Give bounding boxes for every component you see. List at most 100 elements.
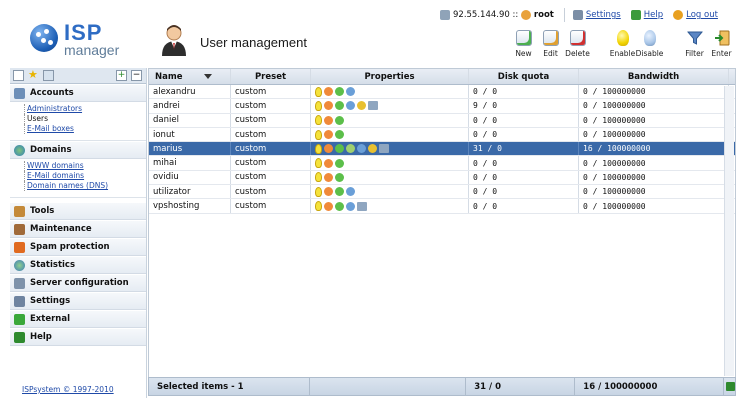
sidebar-section-maintenance[interactable]: Maintenance [10,220,146,238]
column-properties-header[interactable]: Properties [311,69,469,84]
cell-bandwidth: 0 / 100000000 [579,170,729,185]
sidebar-item-email-boxes[interactable]: E-Mail boxes [24,124,146,134]
sidebar-section-tools[interactable]: Tools [10,202,146,220]
column-chooser-icon[interactable] [729,69,735,84]
server-icon [440,10,450,20]
enabled-bulb-icon [315,86,322,97]
table-row-selected[interactable]: marius custom 31 / 0 16 / 100000000 [149,142,735,157]
table-row[interactable]: andrei custom 9 / 0 0 / 100000000 [149,99,735,114]
sidebar-item-www-domains[interactable]: WWW domains [24,161,146,171]
sidebar-item-email-domains[interactable]: E-Mail domains [24,171,146,181]
logout-link[interactable]: Log out [673,10,718,20]
edit-icon [542,30,559,46]
ssi-icon [357,201,367,211]
delete-button[interactable]: Delete [564,30,591,62]
table-row[interactable]: utilizator custom 0 / 0 0 / 100000000 [149,185,735,200]
shell-icon [324,172,333,182]
folder-icon[interactable] [43,70,54,81]
sidebar-item-dns[interactable]: Domain names (DNS) [24,181,146,191]
ssi-icon [379,144,389,154]
server-configuration-label: Server configuration [30,278,129,288]
cell-properties [311,85,469,99]
cell-preset: custom [231,99,311,113]
accounts-section-header[interactable]: Accounts [10,84,146,102]
favorites-star-icon[interactable]: ★ [28,69,39,81]
domains-globe-icon [14,144,25,156]
php-icon [335,158,344,168]
server-ip: 92.55.144.90 :: [453,10,519,20]
accounts-icon [14,87,25,99]
help-link[interactable]: Help [630,10,663,20]
cell-properties [311,113,469,127]
enabled-bulb-icon [315,143,322,154]
enabled-bulb-icon [315,201,322,212]
export-excel-icon[interactable] [726,382,735,391]
cell-properties [311,156,469,170]
cell-disk-quota: 0 / 0 [469,170,579,185]
enabled-bulb-icon [315,115,322,126]
sidebar-section-external[interactable]: External [10,310,146,328]
sidebar-item-administrators[interactable]: Administrators [24,104,146,114]
selected-count: Selected items - 1 [149,378,310,395]
maintenance-label: Maintenance [30,224,92,234]
cell-bandwidth: 16 / 100000000 [579,142,729,156]
cell-name: alexandru [149,85,231,99]
help-link-text[interactable]: Help [644,10,663,20]
table-row[interactable]: mihai custom 0 / 0 0 / 100000000 [149,156,735,171]
cgi-icon [346,101,355,111]
cell-disk-quota: 31 / 0 [469,142,579,156]
sidebar-section-help[interactable]: Help [10,328,146,346]
cell-name: utilizator [149,185,231,199]
sidebar-section-server-configuration[interactable]: Server configuration [10,274,146,292]
copyright-link[interactable]: ISPsystem © 1997-2010 [22,385,114,394]
table-row[interactable]: ionut custom 0 / 0 0 / 100000000 [149,127,735,143]
column-bandwidth-header[interactable]: Bandwidth [579,69,729,84]
filter-button[interactable]: Filter [681,30,708,62]
table-row[interactable]: vpshosting custom 0 / 0 0 / 100000000 [149,199,735,214]
cgi-icon [357,144,366,154]
domains-section-header[interactable]: Domains [10,141,146,159]
vertical-scrollbar[interactable] [724,86,734,376]
new-button[interactable]: New [510,30,537,62]
table-footer: Selected items - 1 31 / 0 16 / 100000000 [148,377,736,396]
table-row[interactable]: ovidiu custom 0 / 0 0 / 100000000 [149,170,735,186]
enter-button[interactable]: Enter [708,30,735,62]
help-label: Help [30,332,52,342]
column-disk-quota-header[interactable]: Disk quota [469,69,579,84]
sidebar-section-statistics[interactable]: Statistics [10,256,146,274]
table-row[interactable]: alexandru custom 0 / 0 0 / 100000000 [149,85,735,100]
expand-all-icon[interactable]: + [116,70,127,81]
cell-name: ovidiu [149,170,231,185]
enable-button[interactable]: Enable [609,30,636,62]
enable-label: Enable [609,49,636,58]
cell-preset: custom [231,113,311,127]
statistics-label: Statistics [30,260,76,270]
logout-link-text[interactable]: Log out [686,10,718,20]
table-row[interactable]: daniel custom 0 / 0 0 / 100000000 [149,113,735,128]
sort-desc-icon[interactable] [204,74,213,79]
sidebar-section-settings[interactable]: Settings [10,292,146,310]
cell-preset: custom [231,127,311,142]
external-label: External [30,314,71,324]
ssl-icon [357,101,366,111]
collapse-all-icon[interactable]: − [131,70,142,81]
enabled-bulb-icon [315,186,322,197]
sidebar-section-spam-protection[interactable]: Spam protection [10,238,146,256]
settings-link-text[interactable]: Settings [586,10,621,20]
cell-properties [311,99,469,113]
python-icon [346,144,355,154]
php-icon [335,115,344,125]
column-preset-header[interactable]: Preset [231,69,311,84]
cell-bandwidth: 0 / 100000000 [579,99,729,113]
column-name-header[interactable]: Name [149,69,231,84]
page-title: User management [200,35,307,50]
sidebar-item-users[interactable]: Users [24,114,146,124]
disable-button[interactable]: Disable [636,30,663,62]
toolbar: New Edit Delete Enable Disable Filter En… [510,30,735,62]
logo-ball-icon [30,24,58,52]
edit-button[interactable]: Edit [537,30,564,62]
list-view-icon[interactable] [13,70,24,81]
settings-link[interactable]: Settings [572,10,621,20]
shell-icon [324,201,333,211]
statistics-icon [14,259,25,271]
